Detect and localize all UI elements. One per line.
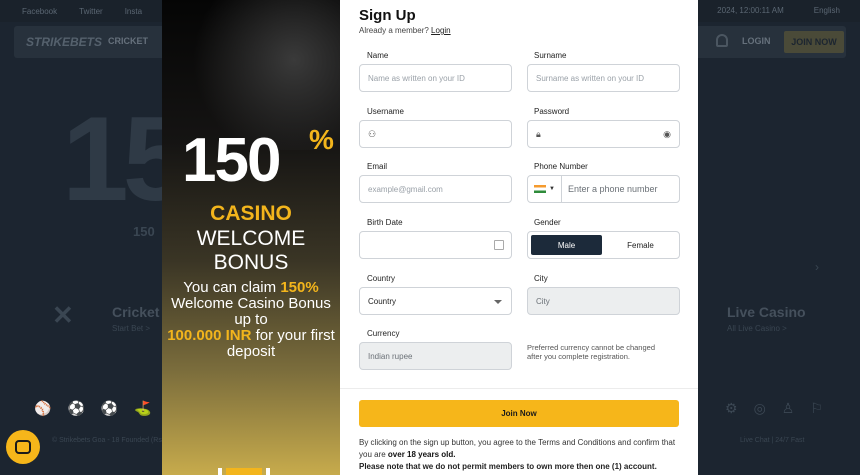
username-field[interactable]: ⚇ <box>359 120 512 148</box>
promo-bonus: BONUS <box>213 251 289 274</box>
cricket-bat-icon: ✕ <box>52 300 74 330</box>
phone-placeholder: Enter a phone number <box>567 184 658 194</box>
sport-icon: ⚾ <box>34 400 52 416</box>
bg-login-link: LOGIN <box>742 36 771 46</box>
promo-desc-text: You can claim <box>183 279 281 296</box>
promo-desc-highlight: 100.000 INR <box>167 327 252 344</box>
email-field[interactable]: example@gmail.com <box>359 175 512 203</box>
multi-account-warning: Please note that we do not permit member… <box>359 462 657 471</box>
surname-field[interactable]: Surname as written on your ID <box>527 64 680 92</box>
country-select[interactable]: Country <box>359 287 512 315</box>
city-field[interactable]: City <box>527 287 680 315</box>
divider <box>340 388 698 389</box>
promo-description: You can claim 150% Welcome Casino Bonus … <box>162 280 340 360</box>
user-icon: ⚇ <box>368 128 377 139</box>
bell-icon <box>716 34 728 47</box>
sport-icon: ⚙ <box>725 400 738 416</box>
calendar-icon[interactable] <box>494 240 504 250</box>
already-member-text: Already a member? <box>359 26 429 35</box>
signup-modal: Sign Up Already a member? Login Name Nam… <box>340 0 698 475</box>
bg-logo: STRIKEBETS <box>26 35 103 49</box>
phone-divider <box>560 175 562 203</box>
city-value: City <box>536 296 550 306</box>
bg-join-button: JOIN NOW <box>784 31 844 53</box>
promo-decor <box>218 468 222 475</box>
promo-casino: CASINO <box>210 202 292 225</box>
phone-field[interactable]: ▼ Enter a phone number <box>527 175 680 203</box>
sport-icon: ⚽ <box>67 400 85 416</box>
already-member: Already a member? Login <box>359 26 451 35</box>
email-label: Email <box>367 162 388 171</box>
login-link[interactable]: Login <box>431 26 451 35</box>
bg-instagram-link: Insta <box>124 6 143 16</box>
country-label: Country <box>367 274 396 283</box>
password-field[interactable]: 🔒︎ ◉ <box>527 120 680 148</box>
promo-desc-highlight: 150% <box>280 279 319 296</box>
password-label: Password <box>534 107 570 116</box>
bg-live-casino-sub: All Live Casino > <box>727 324 787 333</box>
bg-footer-left: © Strikebets Goa - 18 Founded (Rs) <box>52 437 165 444</box>
promo-big-number: 150 <box>182 126 281 195</box>
lock-icon: 🔒︎ <box>536 128 541 139</box>
bg-clock: 2024, 12:00:11 AM <box>717 6 784 15</box>
promo-panel: 150 % CASINO WELCOME BONUS You can claim… <box>162 0 340 475</box>
currency-note: Preferred currency cannot be changed aft… <box>527 343 655 361</box>
bg-hero-small: 150 <box>133 224 155 239</box>
sport-icon: ♙ <box>781 400 795 416</box>
username-label: Username <box>367 107 404 116</box>
sport-icon: ⚐ <box>810 400 823 416</box>
promo-decor <box>226 468 262 475</box>
phone-label: Phone Number <box>534 162 588 171</box>
name-field[interactable]: Name as written on your ID <box>359 64 512 92</box>
terms-text: By clicking on the sign up button, you a… <box>359 437 689 461</box>
name-label: Name <box>367 51 389 60</box>
gender-female-option[interactable]: Female <box>605 235 676 255</box>
bg-sport-icons-left: ⚾ ⚽ ⚽ ⛳ <box>34 400 152 417</box>
birth-date-label: Birth Date <box>367 218 403 227</box>
promo-decor <box>266 468 270 475</box>
chevron-right-icon: › <box>815 260 819 274</box>
modal-title: Sign Up <box>359 7 416 24</box>
bg-live-casino-title: Live Casino <box>727 304 806 320</box>
email-placeholder: example@gmail.com <box>368 184 443 194</box>
sport-icon: ⚽ <box>100 400 119 416</box>
promo-welcome: WELCOME <box>196 227 306 250</box>
birth-date-field[interactable] <box>359 231 512 259</box>
india-flag-icon[interactable] <box>534 185 546 193</box>
currency-value: Indian rupee <box>368 351 413 361</box>
gender-male-option[interactable]: Male <box>531 235 602 255</box>
chevron-down-icon[interactable]: ▼ <box>549 186 555 192</box>
bg-sport-icons-right: ⚙ ◎ ♙ ⚐ <box>725 400 823 417</box>
live-chat-button[interactable] <box>6 430 40 464</box>
currency-field[interactable]: Indian rupee <box>359 342 512 370</box>
bg-facebook-link: Facebook <box>22 6 58 16</box>
sport-icon: ◎ <box>753 400 766 416</box>
bg-language: English <box>813 6 840 15</box>
currency-label: Currency <box>367 329 400 338</box>
promo-desc-text: Welcome Casino Bonus up to <box>171 295 331 328</box>
surname-label: Surname <box>534 51 567 60</box>
gender-toggle: Male Female <box>527 231 680 259</box>
name-placeholder: Name as written on your ID <box>368 73 465 83</box>
chevron-down-icon <box>494 300 502 304</box>
bg-cricket-title: Cricket <box>112 304 160 320</box>
city-label: City <box>534 274 548 283</box>
chat-icon <box>15 440 31 454</box>
surname-placeholder: Surname as written on your ID <box>536 73 645 83</box>
bg-nav-cricket: CRICKET <box>108 36 148 46</box>
terms-age: over 18 years old. <box>387 450 456 459</box>
bg-cricket-sub: Start Bet > <box>112 324 151 333</box>
bg-twitter-link: Twitter <box>79 6 103 16</box>
promo-percent: % <box>309 124 334 155</box>
join-now-button[interactable]: Join Now <box>359 400 679 427</box>
country-value: Country <box>368 296 397 306</box>
bg-footer-right: Live Chat | 24/7 Fast <box>740 437 805 444</box>
eye-icon[interactable]: ◉ <box>663 129 671 140</box>
sport-icon: ⛳ <box>134 400 152 416</box>
gender-label: Gender <box>534 218 561 227</box>
